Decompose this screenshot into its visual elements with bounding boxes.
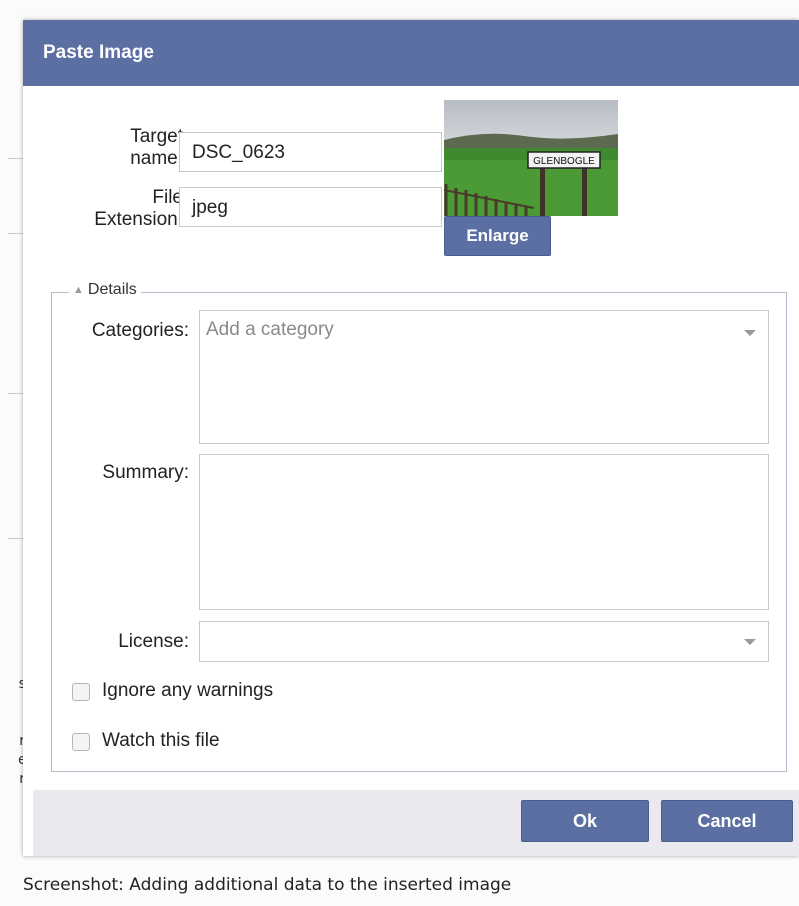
triangle-up-icon: ▲ (73, 284, 84, 296)
watch-file-checkbox[interactable] (72, 733, 90, 751)
target-name-input[interactable]: DSC_0623 (179, 132, 442, 172)
paste-image-dialog: Paste Image Target name: DSC_0623 File E… (23, 20, 799, 856)
categories-label: Categories: (91, 320, 189, 341)
target-name-label: Target name: (130, 126, 183, 169)
categories-placeholder: Add a category (206, 319, 334, 340)
dialog-title: Paste Image (43, 42, 154, 63)
license-label: License: (118, 631, 189, 652)
thumbnail-picture: GLENBOGLE (444, 100, 618, 216)
ok-button[interactable]: Ok (521, 800, 649, 842)
file-extension-input[interactable]: jpeg (179, 187, 442, 227)
categories-input[interactable]: Add a category (199, 310, 769, 444)
dialog-body: Target name: DSC_0623 File Extension: jp… (33, 86, 799, 790)
chevron-down-icon[interactable] (744, 330, 756, 336)
enlarge-button[interactable]: Enlarge (444, 216, 551, 256)
image-thumbnail[interactable]: GLENBOGLE (444, 100, 618, 216)
ignore-warnings-checkbox[interactable] (72, 683, 90, 701)
summary-label: Summary: (102, 462, 189, 483)
chevron-down-icon[interactable] (744, 639, 756, 645)
dialog-footer: Ok Cancel (33, 790, 799, 856)
screenshot-caption: Screenshot: Adding additional data to th… (23, 875, 512, 895)
ignore-warnings-label[interactable]: Ignore any warnings (102, 680, 273, 702)
details-legend: Details (87, 281, 137, 298)
file-extension-label: File Extension: (94, 187, 183, 230)
license-select[interactable] (199, 621, 769, 662)
details-toggle[interactable]: ▲ Details (69, 281, 141, 299)
watch-file-label[interactable]: Watch this file (102, 730, 220, 752)
cancel-button[interactable]: Cancel (661, 800, 793, 842)
thumbnail-sign-text: GLENBOGLE (533, 156, 595, 167)
dialog-titlebar: Paste Image (23, 20, 799, 86)
summary-textarea[interactable] (199, 454, 769, 610)
